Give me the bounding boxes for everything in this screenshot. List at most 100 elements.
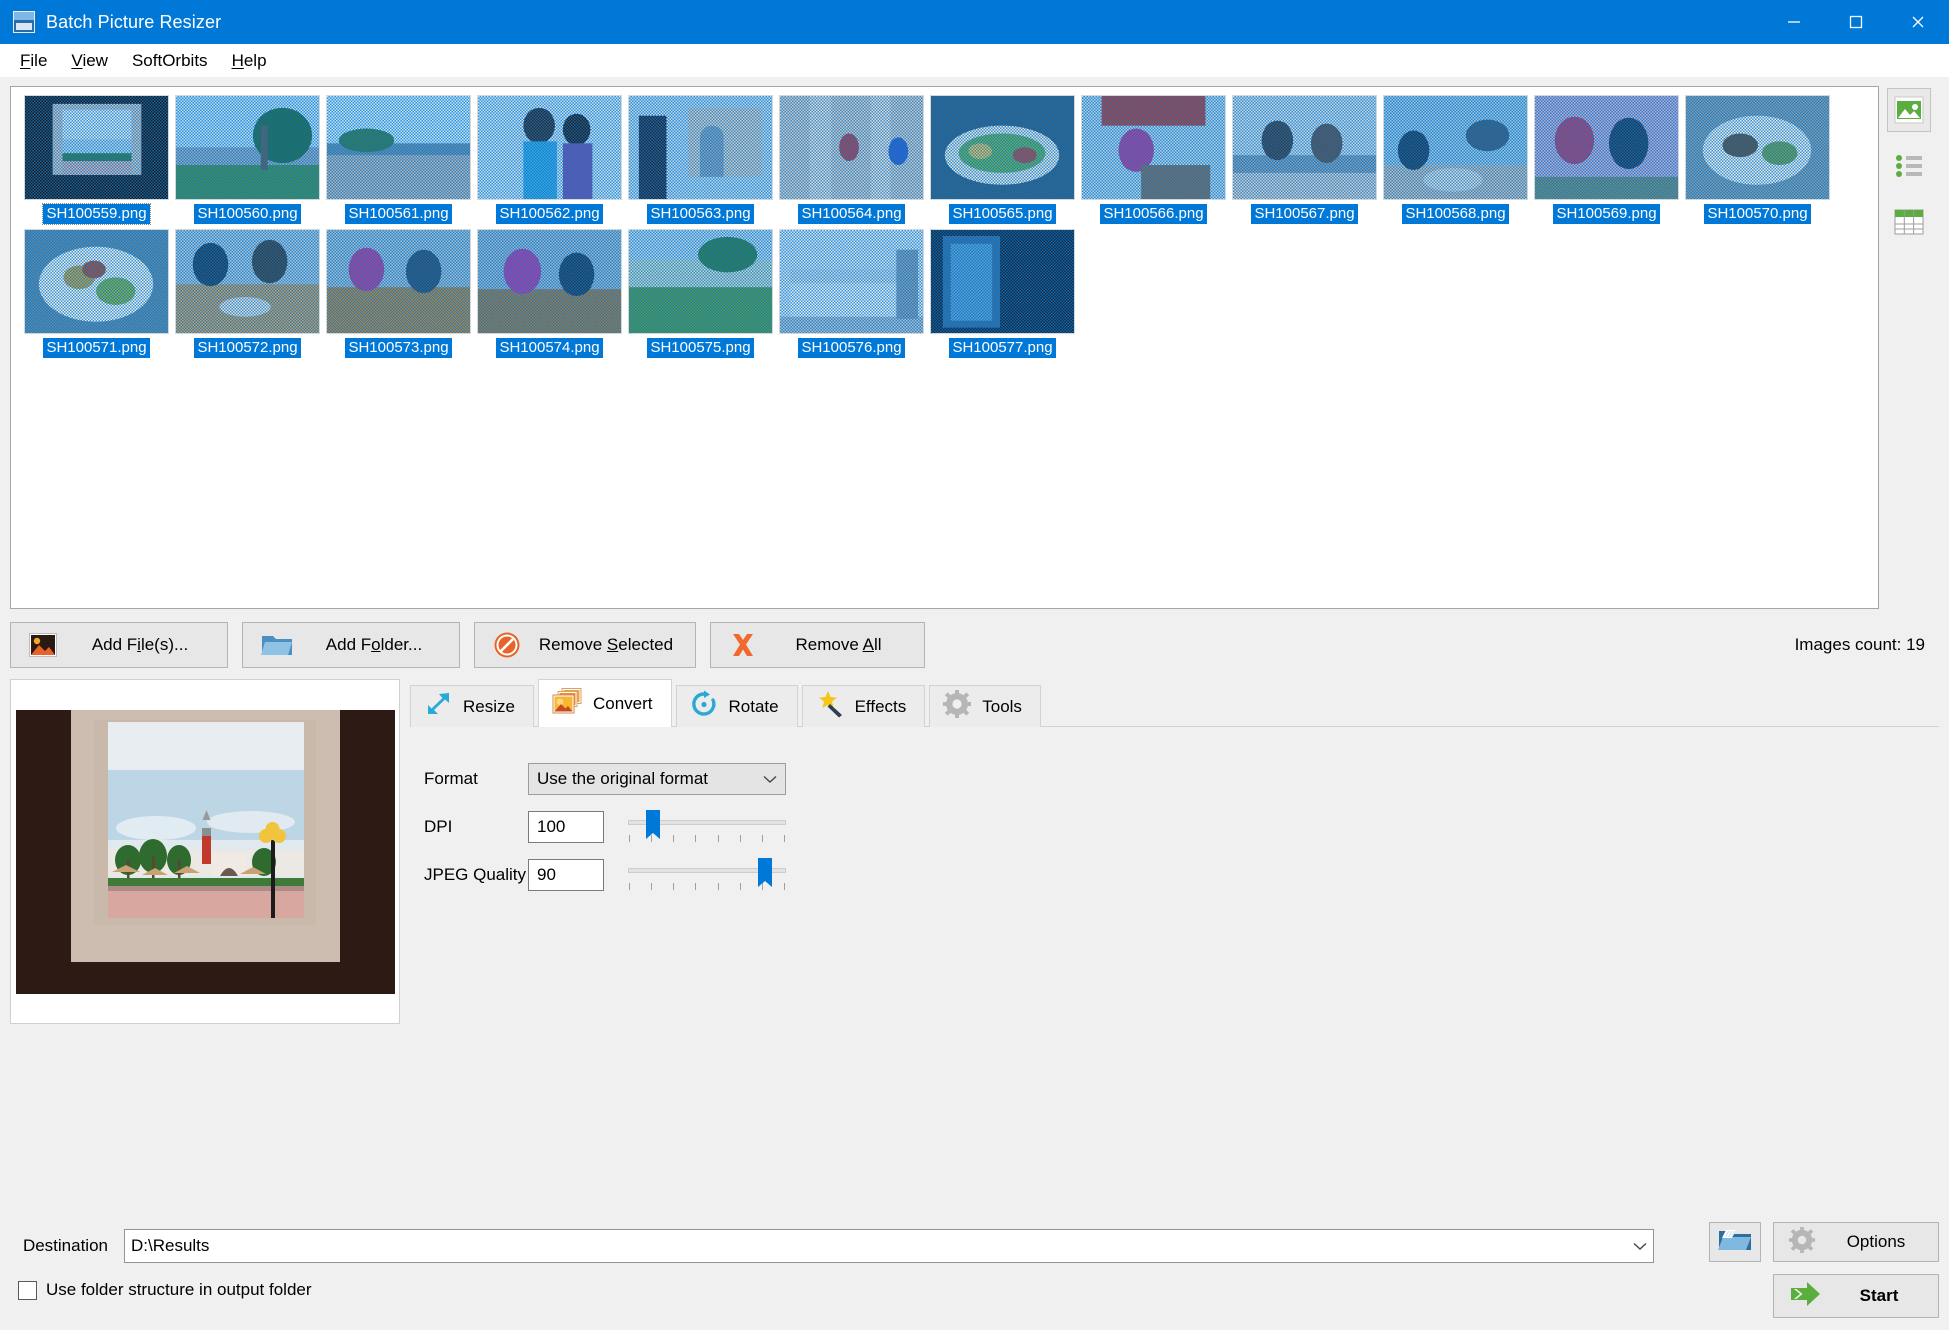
thumbnail-image[interactable] (477, 95, 622, 200)
destination-row: Destination D:\Results (10, 1226, 1939, 1266)
browse-destination-button[interactable] (1709, 1222, 1761, 1262)
menu-softorbits[interactable]: SoftOrbits (120, 46, 220, 76)
jpeg-slider-ticks (629, 883, 785, 891)
thumbnail-image[interactable] (175, 95, 320, 200)
thumbnail-image[interactable] (326, 229, 471, 334)
thumbnail-image[interactable] (628, 229, 773, 334)
thumbnail-filename: SH100569.png (1553, 204, 1660, 224)
thumbnail-item[interactable]: SH100560.png (172, 95, 323, 224)
picture-icon (29, 633, 57, 657)
thumbnail-scene (1384, 96, 1527, 199)
thumbnail-image[interactable] (1081, 95, 1226, 200)
thumbnail-image[interactable] (1383, 95, 1528, 200)
jpeg-quality-input[interactable] (528, 859, 604, 891)
thumbnail-image[interactable] (477, 229, 622, 334)
tab-effects-label: Effects (854, 696, 907, 716)
tab-tools[interactable]: Tools (929, 685, 1041, 727)
thumbnail-item[interactable]: SH100575.png (625, 229, 776, 358)
thumbnail-image[interactable] (628, 95, 773, 200)
format-select[interactable]: Use the original format (528, 763, 786, 795)
menu-help[interactable]: Help (220, 46, 279, 76)
format-value: Use the original format (537, 769, 709, 788)
tab-rotate[interactable]: Rotate (675, 685, 798, 727)
thumbnail-item[interactable]: SH100569.png (1531, 95, 1682, 224)
tab-effects[interactable]: Effects (801, 685, 926, 727)
thumbnail-item[interactable]: SH100577.png (927, 229, 1078, 358)
dpi-input[interactable] (528, 811, 604, 843)
details-view-button[interactable] (1887, 200, 1931, 244)
thumbnail-item[interactable]: SH100563.png (625, 95, 776, 224)
tab-resize[interactable]: Resize (410, 685, 534, 727)
thumbnail-item[interactable]: SH100562.png (474, 95, 625, 224)
close-button[interactable] (1887, 0, 1949, 44)
jpeg-slider-thumb[interactable] (758, 858, 773, 887)
thumbnail-item[interactable]: SH100576.png (776, 229, 927, 358)
use-folder-structure-checkbox[interactable] (18, 1280, 37, 1300)
dpi-slider-thumb[interactable] (646, 810, 661, 839)
add-folder-button[interactable]: Add Folder... (242, 622, 460, 668)
tab-convert[interactable]: Convert (537, 679, 672, 727)
list-view-button[interactable] (1887, 144, 1931, 188)
thumbnail-filename: SH100566.png (1100, 204, 1207, 224)
thumbnail-item[interactable]: SH100574.png (474, 229, 625, 358)
thumbnail-image[interactable] (326, 95, 471, 200)
dpi-slider[interactable] (628, 806, 786, 848)
window-title: Batch Picture Resizer (46, 11, 222, 32)
thumbnail-item[interactable]: SH100567.png (1229, 95, 1380, 224)
add-folder-label: Add Folder... (325, 635, 423, 654)
menu-view[interactable]: View (59, 46, 120, 76)
options-button[interactable]: Options (1773, 1222, 1939, 1262)
thumbnail-image[interactable] (930, 95, 1075, 200)
chevron-down-icon (1633, 1236, 1647, 1256)
thumbnail-image[interactable] (175, 229, 320, 334)
remove-all-button[interactable]: Remove All (710, 622, 925, 668)
jpeg-quality-slider[interactable] (628, 854, 786, 896)
thumbnail-image[interactable] (24, 95, 169, 200)
thumbnail-image[interactable] (779, 229, 924, 334)
thumbnail-item[interactable]: SH100568.png (1380, 95, 1531, 224)
gear-icon (942, 690, 972, 723)
thumbnail-item[interactable]: SH100564.png (776, 95, 927, 224)
start-button[interactable]: Start (1773, 1274, 1939, 1318)
folder-structure-row: Use folder structure in output folder (10, 1280, 1939, 1300)
remove-selected-label: Remove Selected (538, 635, 674, 654)
preview-image (15, 709, 395, 994)
thumbnail-scene (176, 96, 319, 199)
add-files-button[interactable]: Add File(s)... (10, 622, 228, 668)
thumbnail-item[interactable]: SH100561.png (323, 95, 474, 224)
start-label: Start (1859, 1286, 1899, 1305)
thumbnail-filename: SH100571.png (43, 338, 150, 358)
minimize-button[interactable] (1763, 0, 1825, 44)
menu-file[interactable]: File (8, 46, 59, 76)
file-actions-toolbar: Add File(s)... Add Folder... Remove Sele… (10, 621, 1939, 669)
jpeg-quality-row: JPEG Quality (424, 851, 1939, 899)
thumbnail-panel[interactable]: SH100559.png SH100560.png SH100561.png SH10… (10, 86, 1879, 609)
remove-selected-button[interactable]: Remove Selected (474, 622, 696, 668)
thumbnail-image[interactable] (1534, 95, 1679, 200)
thumbnail-grid: SH100559.png SH100560.png SH100561.png SH10… (21, 95, 1872, 363)
thumbnail-scene (25, 230, 168, 333)
destination-combo[interactable]: D:\Results (124, 1229, 1654, 1263)
thumbnail-item[interactable]: SH100559.png (21, 95, 172, 225)
thumbnail-item[interactable]: SH100572.png (172, 229, 323, 358)
thumbnail-image[interactable] (24, 229, 169, 334)
thumbnail-item[interactable]: SH100566.png (1078, 95, 1229, 224)
thumbnail-image[interactable] (930, 229, 1075, 334)
thumbnail-image[interactable] (1685, 95, 1830, 200)
lower-section: Resize Convert Rotate Effects Tools Form… (10, 679, 1939, 1024)
maximize-button[interactable] (1825, 0, 1887, 44)
thumbnail-filename: SH100567.png (1251, 204, 1358, 224)
thumbnail-scene (780, 96, 923, 199)
thumbnail-item[interactable]: SH100573.png (323, 229, 474, 358)
thumbnail-item[interactable]: SH100571.png (21, 229, 172, 358)
thumbnails-view-button[interactable] (1887, 88, 1931, 132)
thumbnail-image[interactable] (1232, 95, 1377, 200)
thumbnail-item[interactable]: SH100565.png (927, 95, 1078, 224)
thumbnail-filename: SH100576.png (798, 338, 905, 358)
thumbnail-scene (327, 96, 470, 199)
options-label: Options (1846, 1232, 1906, 1251)
window-controls (1763, 0, 1949, 44)
thumbnail-scene (780, 230, 923, 333)
thumbnail-image[interactable] (779, 95, 924, 200)
thumbnail-item[interactable]: SH100570.png (1682, 95, 1833, 224)
